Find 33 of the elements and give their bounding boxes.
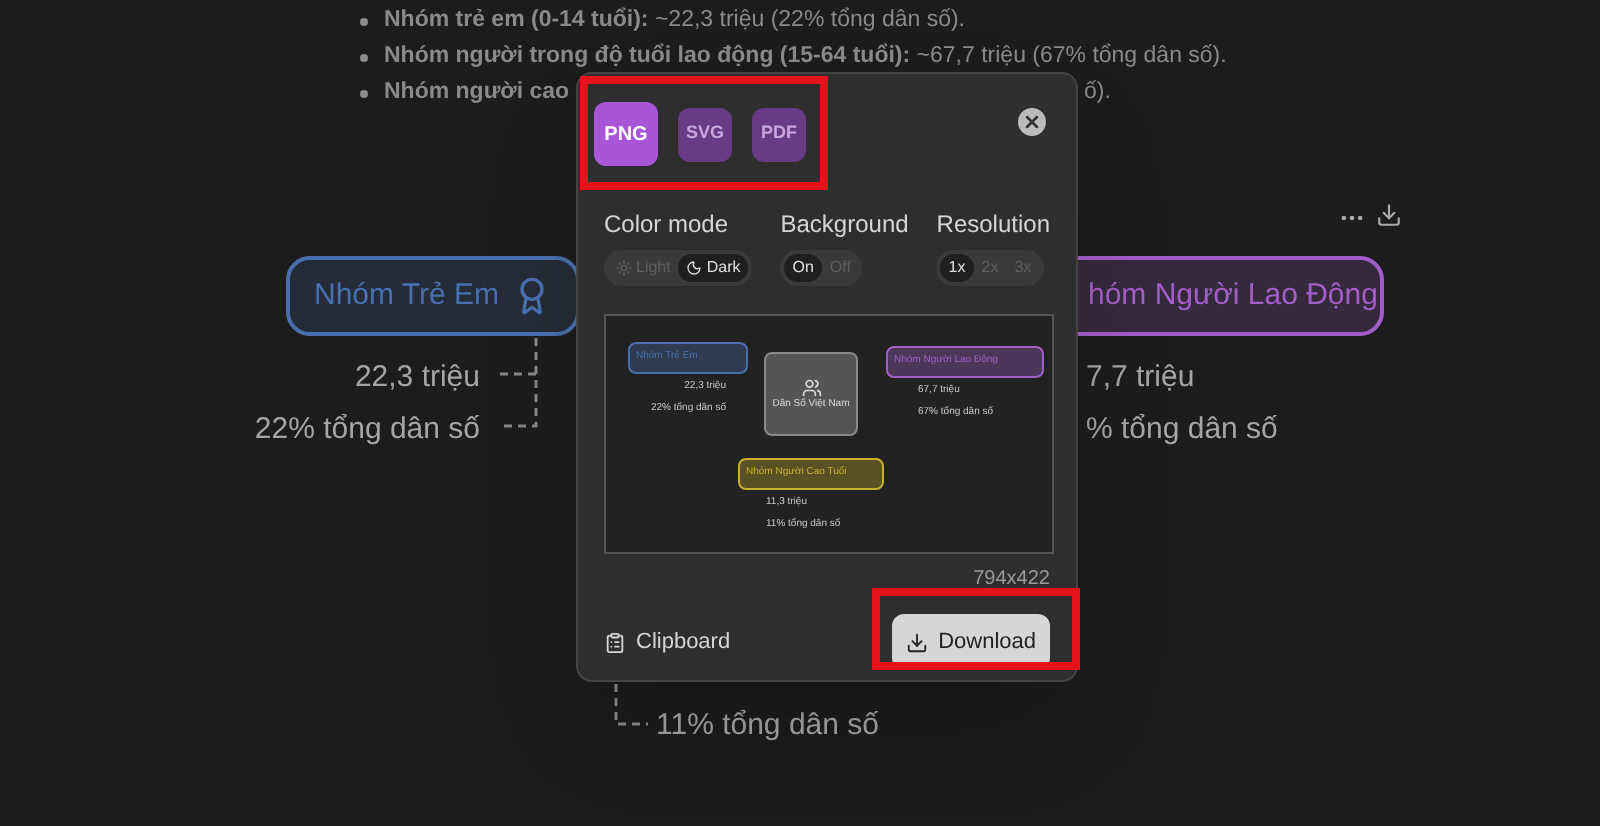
bullet-text: Nhóm người trong độ tuổi lao động (15-64 tuổi): ~67,7 triệu (67% tổng dân số). xyxy=(384,41,1227,73)
bullet-icon xyxy=(360,54,368,62)
bullet-text: Nhóm trẻ em (0-14 tuổi): ~22,3 triệu (22% tổng dân số). xyxy=(384,5,965,37)
format-tab[interactable]: PDF xyxy=(752,107,806,161)
sun-icon xyxy=(616,260,632,276)
download-icon[interactable] xyxy=(1376,202,1402,228)
option-label: Color mode xyxy=(604,208,731,242)
close-icon xyxy=(1022,112,1042,132)
bullet-icon xyxy=(360,90,368,98)
option-label: Background xyxy=(780,208,909,242)
stat-share: % tổng dân số xyxy=(1086,410,1278,450)
clipboard-icon xyxy=(604,631,626,653)
bullet-text: Nhóm người cao xyxy=(384,78,570,109)
segment-option[interactable]: On xyxy=(784,254,822,282)
format-tab[interactable]: PNG xyxy=(594,102,658,166)
bullet-text: ố). xyxy=(1084,78,1111,108)
connector-line xyxy=(612,684,652,732)
format-tab[interactable]: SVG xyxy=(678,107,732,161)
image-size: 794x422 xyxy=(973,566,1050,594)
moon-icon xyxy=(686,260,703,276)
stat-value: 22,3 triệu xyxy=(354,358,480,398)
clipboard-button[interactable]: Clipboard xyxy=(604,625,731,659)
close-button[interactable] xyxy=(1018,108,1046,136)
bullet-icon xyxy=(360,18,368,26)
segment-option[interactable]: 1x xyxy=(940,254,974,282)
segment-option[interactable]: Dark xyxy=(678,254,749,282)
stat-share: 22% tổng dân số xyxy=(254,410,480,450)
stat-value: 7,7 triệu xyxy=(1086,358,1195,398)
people-icon xyxy=(801,377,821,398)
download-icon xyxy=(906,631,929,653)
option-label: Resolution xyxy=(936,208,1050,242)
stat-share: 11% tổng dân số xyxy=(656,706,879,746)
diagram-node: Nhóm Trẻ Em xyxy=(286,256,580,336)
